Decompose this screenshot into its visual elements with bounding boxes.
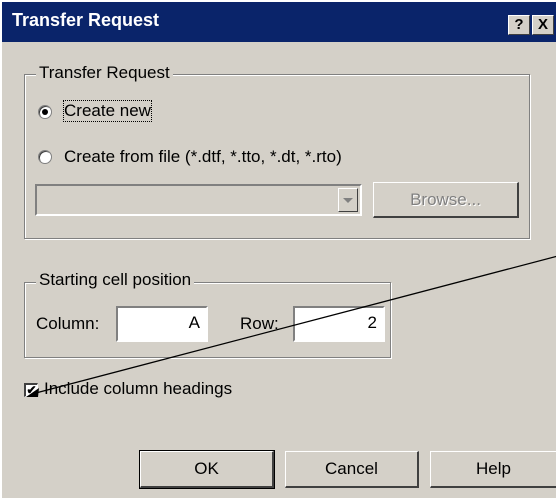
- create-new-label[interactable]: Create new: [63, 100, 152, 122]
- include-headings-label[interactable]: Include column headings: [44, 379, 232, 399]
- column-value: A: [188, 313, 200, 332]
- create-new-text: Create new: [64, 101, 151, 120]
- transfer-request-dialog: Transfer Request ? X Transfer Request Cr…: [0, 0, 556, 498]
- row-input[interactable]: 2: [293, 306, 385, 342]
- help-button[interactable]: Help: [430, 451, 556, 488]
- row-value: 2: [367, 313, 377, 332]
- create-new-radio[interactable]: [38, 105, 52, 119]
- file-path-combobox[interactable]: [35, 184, 362, 216]
- radio-selected-dot: [42, 109, 48, 115]
- title-bar[interactable]: Transfer Request ? X: [2, 2, 556, 42]
- close-button[interactable]: X: [532, 15, 554, 35]
- create-from-file-radio[interactable]: [38, 150, 52, 164]
- starting-cell-legend: Starting cell position: [36, 270, 195, 290]
- cancel-button[interactable]: Cancel: [285, 451, 419, 488]
- row-label: Row:: [240, 314, 279, 333]
- window-title: Transfer Request: [12, 10, 160, 30]
- help-title-button[interactable]: ?: [508, 15, 530, 35]
- transfer-request-legend: Transfer Request: [36, 63, 173, 83]
- checkmark-icon: ✔: [26, 383, 37, 397]
- create-from-file-label[interactable]: Create from file (*.dtf, *.tto, *.dt, *.…: [64, 147, 342, 167]
- ok-button[interactable]: OK: [139, 450, 275, 489]
- browse-button[interactable]: Browse...: [373, 182, 519, 218]
- column-label: Column:: [36, 314, 100, 333]
- chevron-down-icon[interactable]: [338, 188, 358, 212]
- column-input[interactable]: A: [116, 306, 208, 342]
- browse-label: Browse...: [410, 190, 481, 209]
- include-headings-checkbox[interactable]: ✔: [24, 383, 38, 397]
